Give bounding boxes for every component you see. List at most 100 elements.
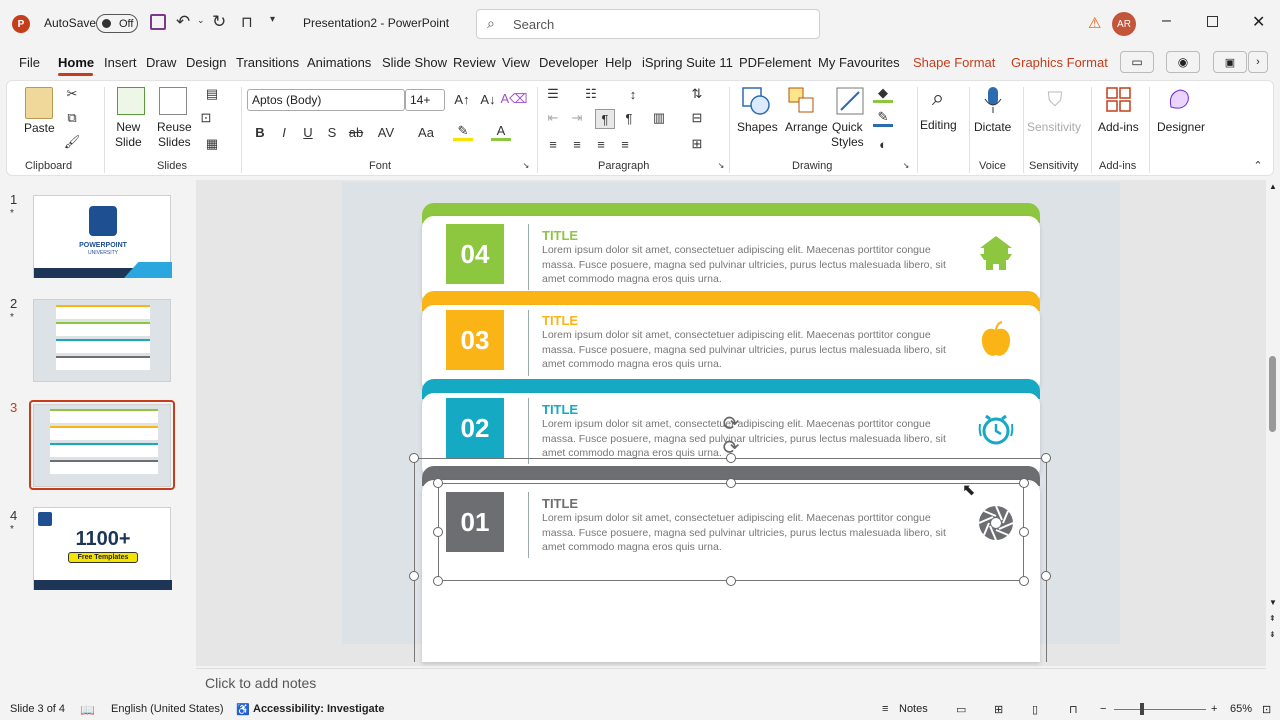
resize-handle[interactable] [433, 478, 443, 488]
bold-icon[interactable]: B [251, 123, 269, 141]
accessibility-icon[interactable]: ♿ [236, 703, 250, 716]
shape-outline-icon[interactable]: ✎ [873, 109, 893, 127]
tab-design[interactable]: Design [186, 55, 226, 70]
zoom-slider[interactable] [1114, 709, 1206, 710]
numbering-icon[interactable]: ☷ [581, 85, 601, 103]
tab-transitions[interactable]: Transitions [236, 55, 299, 70]
align-left-icon[interactable]: ≡ [543, 135, 563, 153]
strikethrough-icon[interactable]: ab [347, 123, 365, 141]
find-icon[interactable]: ⌕ [923, 83, 953, 113]
bullets-icon[interactable]: ☰ [543, 85, 563, 103]
justify-icon[interactable]: ≡ [615, 135, 635, 153]
spell-check-icon[interactable]: 📖 [80, 703, 95, 717]
shape-effects-icon[interactable]: ◐ [873, 135, 893, 153]
tab-file[interactable]: File [19, 55, 40, 70]
add-ins-icon[interactable] [1105, 85, 1133, 115]
text-shadow-icon[interactable]: S [323, 123, 341, 141]
tab-graphics-format[interactable]: Graphics Format [1011, 55, 1108, 70]
rotate-handle-icon[interactable]: ⟳ [720, 413, 742, 435]
shape-fill-icon[interactable]: ◆ [873, 85, 893, 103]
designer-button[interactable]: Designer [1157, 120, 1205, 135]
warning-icon[interactable]: ⚠ [1088, 14, 1101, 32]
resize-handle[interactable] [409, 571, 419, 581]
tab-draw[interactable]: Draw [146, 55, 176, 70]
resize-handle[interactable] [726, 576, 736, 586]
next-slide-icon[interactable]: ⇟ [1269, 630, 1276, 639]
tab-view[interactable]: View [502, 55, 530, 70]
more-tabs-icon[interactable]: › [1248, 51, 1268, 73]
slide-thumbnail-1[interactable]: POWERPOINT UNIVERSITY [33, 195, 172, 278]
paste-icon[interactable] [25, 87, 53, 119]
resize-handle[interactable] [1019, 527, 1029, 537]
undo-icon[interactable]: ↶ [176, 12, 190, 32]
customize-qat-icon[interactable]: ▾ [270, 14, 275, 25]
scroll-down-icon[interactable]: ▼ [1269, 598, 1277, 607]
cut-icon[interactable]: ✂ [63, 85, 81, 103]
font-size-select[interactable]: 14+ [405, 89, 445, 111]
resize-handle[interactable] [1041, 571, 1051, 581]
new-slide-icon[interactable] [117, 87, 145, 115]
align-text-icon[interactable]: ⊟ [687, 109, 707, 127]
normal-view-icon[interactable]: ▭ [956, 703, 966, 716]
italic-icon[interactable]: I [275, 123, 293, 141]
resize-handle[interactable] [409, 453, 419, 463]
save-icon[interactable] [150, 14, 166, 30]
avatar[interactable]: AR [1112, 12, 1136, 36]
present-icon[interactable]: ⊓ [241, 13, 253, 31]
tab-help[interactable]: Help [605, 55, 632, 70]
highlight-icon[interactable]: ✎ [453, 123, 473, 141]
font-name-select[interactable]: Aptos (Body) [247, 89, 405, 111]
redo-icon[interactable]: ↻ [212, 12, 226, 32]
paste-button[interactable]: Paste [24, 121, 55, 136]
tab-ispring[interactable]: iSpring Suite 11 [642, 55, 733, 70]
font-color-icon[interactable]: A [491, 123, 511, 141]
resize-handle[interactable] [1019, 576, 1029, 586]
vertical-scrollbar[interactable]: ▲ ▼ ⇞ ⇟ [1266, 180, 1280, 666]
collapse-ribbon-icon[interactable]: ⌃ [1251, 159, 1265, 172]
tab-home[interactable]: Home [58, 55, 94, 70]
format-painter-icon[interactable]: 🖌 [63, 133, 81, 151]
rtl-icon[interactable]: ¶ [595, 109, 615, 129]
shapes-button[interactable]: Shapes [737, 120, 778, 135]
dictate-button[interactable]: Dictate [974, 120, 1011, 135]
notes-icon[interactable]: ≡ [882, 703, 888, 715]
columns-icon[interactable]: ▥ [649, 109, 669, 127]
slide-sorter-icon[interactable]: ⊞ [994, 703, 1003, 716]
text-direction-icon[interactable]: ⇅ [687, 85, 707, 103]
quick-styles-icon[interactable] [833, 85, 867, 117]
paragraph-dialog-launcher-icon[interactable]: ↘ [716, 160, 726, 170]
resize-handle[interactable] [1041, 453, 1051, 463]
undo-dropdown-icon[interactable]: ⌄ [197, 15, 205, 26]
arrange-icon[interactable] [785, 85, 819, 117]
shape-selection-frame[interactable] [438, 483, 1024, 581]
smartart-icon[interactable]: ⊞ [687, 135, 707, 153]
tab-slide-show[interactable]: Slide Show [382, 55, 447, 70]
autosave-toggle[interactable]: Off [96, 14, 138, 33]
tab-insert[interactable]: Insert [104, 55, 137, 70]
editing-button[interactable]: Editing [920, 118, 957, 133]
scroll-up-icon[interactable]: ▲ [1269, 182, 1277, 191]
resize-handle[interactable] [433, 527, 443, 537]
tab-animations[interactable]: Animations [307, 55, 371, 70]
drawing-dialog-launcher-icon[interactable]: ↘ [901, 160, 911, 170]
notes-toggle[interactable]: Notes [899, 703, 928, 715]
decrease-indent-icon[interactable]: ⇤ [543, 109, 563, 127]
tab-pdfelement[interactable]: PDFelement [739, 55, 811, 70]
grow-font-icon[interactable]: A↑ [453, 89, 471, 109]
new-slide-button[interactable]: New Slide [115, 120, 142, 150]
zoom-slider-thumb[interactable] [1140, 703, 1144, 715]
font-dialog-launcher-icon[interactable]: ↘ [521, 160, 531, 170]
scrollbar-thumb[interactable] [1269, 356, 1276, 432]
minimize-icon[interactable]: – [1162, 12, 1171, 30]
share-icon[interactable]: ▣ [1213, 51, 1247, 73]
reuse-slides-icon[interactable] [159, 87, 187, 115]
underline-icon[interactable]: U [299, 123, 317, 141]
microphone-icon[interactable] [981, 85, 1005, 115]
shrink-font-icon[interactable]: A↓ [479, 89, 497, 109]
character-spacing-icon[interactable]: AV [371, 123, 401, 141]
previous-slide-icon[interactable]: ⇞ [1269, 614, 1276, 623]
add-ins-button[interactable]: Add-ins [1098, 120, 1139, 135]
clear-formatting-icon[interactable]: A⌫ [500, 89, 527, 109]
resize-handle[interactable] [433, 576, 443, 586]
comments-icon[interactable]: ▭ [1120, 51, 1154, 73]
